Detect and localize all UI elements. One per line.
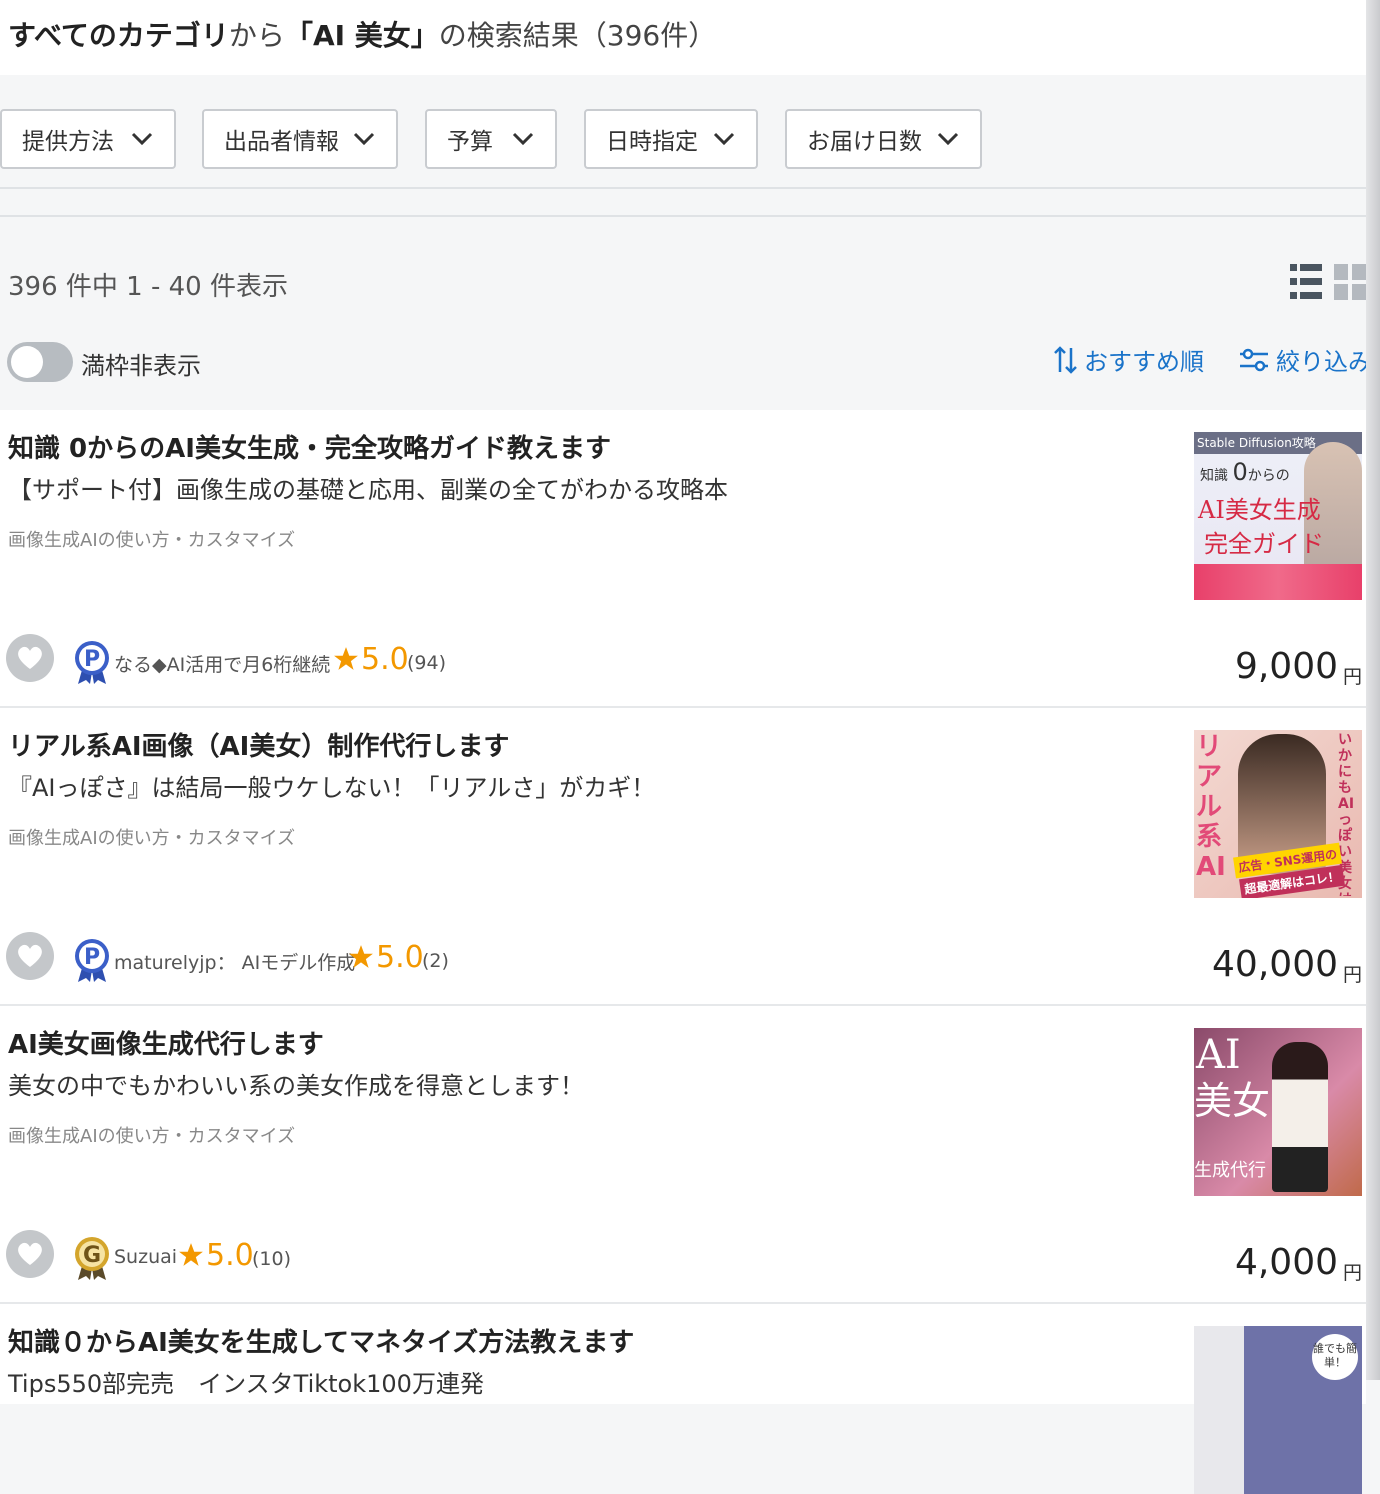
list-view-icon[interactable] (1290, 264, 1322, 300)
chevron-down-icon (512, 132, 534, 146)
listing-subtitle: Tips550部完売 インスタTiktok100万連発 (8, 1370, 484, 1398)
star-icon (179, 1243, 203, 1266)
listing-title[interactable]: リアル系AI画像（AI美女）制作代行します (8, 726, 509, 763)
heart-icon (18, 646, 42, 669)
listing-subtitle: 『AIっぽさ』は結局一般ウケしない！「リアルさ」がカギ！ (8, 774, 656, 802)
chevron-down-icon (131, 132, 153, 146)
favorite-button[interactable] (6, 634, 54, 682)
listing-title[interactable]: AI美女画像生成代行します (8, 1024, 324, 1061)
search-title: すべてのカテゴリから「AI 美女」の検索結果（396件） (8, 14, 716, 54)
portrait-image (1272, 1042, 1328, 1192)
chevron-down-icon (937, 132, 959, 146)
thumb-banner (1194, 564, 1362, 600)
thumb-text: AI美女生成 (1198, 496, 1321, 524)
thumb-text: AI (1196, 1032, 1241, 1078)
filter-seller-info[interactable]: 出品者情報 (202, 109, 398, 169)
badge-letter: G (83, 1243, 101, 1268)
result-total: （396件） (578, 19, 717, 52)
seller-name[interactable]: maturelyjp： AIモデル作成 (114, 948, 355, 975)
rating-value: 5.0 (206, 1238, 254, 1273)
search-query: 「AI 美女」 (284, 19, 439, 52)
results-summary: 396 件中 1 - 40 件表示 (8, 272, 288, 302)
currency: 円 (1342, 964, 1362, 986)
listing-category[interactable]: 画像生成AIの使い方・カスタマイズ (8, 1122, 295, 1148)
price: 40,000 (1212, 944, 1338, 985)
listing-subtitle: 【サポート付】画像生成の基礎と応用、副業の全てがわかる攻略本 (8, 476, 728, 504)
divider (0, 215, 1366, 217)
currency: 円 (1342, 1262, 1362, 1284)
filter-delivery-days[interactable]: お届け日数 (785, 109, 982, 169)
results-suffix: の検索結果 (438, 19, 579, 52)
listing-title[interactable]: 知識 0からのAI美女生成・完全攻略ガイド教えます (8, 428, 611, 465)
star-icon (334, 647, 358, 670)
refine-label: 絞り込み (1276, 348, 1372, 376)
seller-name[interactable]: なる◆AI活用で月6桁継続 (114, 650, 330, 677)
filter-budget[interactable]: 予算 (425, 109, 557, 169)
sort-icon (1054, 345, 1077, 374)
filter-label: 予算 (447, 129, 493, 155)
filter-label: 出品者情報 (224, 129, 339, 155)
review-count: (94) (407, 652, 447, 674)
hide-full-toggle[interactable] (7, 342, 73, 382)
listing-card[interactable]: 知識 0からのAI美女生成・完全攻略ガイド教えます 【サポート付】画像生成の基礎… (0, 410, 1366, 708)
listing-title[interactable]: 知識０からAI美女を生成してマネタイズ方法教えます (8, 1322, 634, 1359)
star-icon (349, 945, 373, 968)
heart-icon (18, 944, 42, 967)
listing-subtitle: 美女の中でもかわいい系の美女作成を得意とします！ (8, 1072, 584, 1100)
review-count: (10) (252, 1248, 292, 1270)
heart-icon (18, 1242, 42, 1265)
thumb-text: 美女 (1194, 1079, 1271, 1123)
thumb-text: 誰でも簡単！ (1312, 1334, 1358, 1380)
listing-card[interactable]: 知識０からAI美女を生成してマネタイズ方法教えます Tips550部完売 インス… (0, 1304, 1366, 1494)
chevron-down-icon (713, 132, 735, 146)
gold-badge-icon: G (75, 1237, 109, 1280)
sort-label: おすすめ順 (1084, 348, 1204, 376)
price: 9,000 (1234, 646, 1338, 687)
scrollbar[interactable] (1366, 0, 1380, 1380)
sort-button[interactable]: おすすめ順 (1054, 342, 1204, 377)
filter-label: 提供方法 (22, 129, 114, 155)
filter-label: お届け日数 (807, 129, 922, 155)
rating-value: 5.0 (376, 940, 424, 975)
favorite-button[interactable] (6, 1230, 54, 1278)
rating-value: 5.0 (361, 642, 409, 677)
listing-thumbnail[interactable]: AI 美女 生成代行 (1194, 1028, 1362, 1196)
listing-card[interactable]: リアル系AI画像（AI美女）制作代行します 『AIっぽさ』は結局一般ウケしない！… (0, 708, 1366, 1006)
listing-thumbnail[interactable]: Stable Diffusion攻略 知識 0からの AI美女生成 完全ガイド (1194, 432, 1362, 600)
toggle-knob (11, 346, 43, 378)
filter-date[interactable]: 日時指定 (584, 109, 758, 169)
favorite-button[interactable] (6, 932, 54, 980)
price: 4,000 (1234, 1242, 1338, 1283)
thumb-text: リアル系AI (1196, 732, 1226, 882)
listing-category[interactable]: 画像生成AIの使い方・カスタマイズ (8, 824, 295, 850)
portrait-image (1194, 1326, 1244, 1494)
filter-label: 日時指定 (606, 129, 698, 155)
currency: 円 (1342, 666, 1362, 688)
thumb-text: 生成代行 (1194, 1160, 1266, 1181)
divider (0, 187, 1366, 189)
from-text: から (228, 19, 285, 52)
review-count: (2) (422, 950, 449, 972)
seller-name[interactable]: Suzuai (114, 1246, 177, 1268)
toggle-label: 満枠非表示 (81, 352, 201, 380)
category-name[interactable]: すべてのカテゴリ (8, 19, 229, 52)
thumb-text: 知識 0からの (1200, 458, 1290, 486)
filter-delivery-method[interactable]: 提供方法 (0, 109, 176, 169)
platinum-badge-icon: P (75, 939, 109, 982)
listing-thumbnail[interactable]: リアル系AI いかにもAIっぽい美女は一般ウケしない時代！！ 広告・SNS運用の… (1194, 730, 1362, 898)
listing-card[interactable]: AI美女画像生成代行します 美女の中でもかわいい系の美女作成を得意とします！ 画… (0, 1006, 1366, 1304)
chevron-down-icon (353, 132, 375, 146)
grid-view-icon[interactable] (1334, 264, 1366, 300)
listing-thumbnail[interactable]: 誰でも簡単！ (1194, 1326, 1362, 1494)
badge-letter: P (84, 945, 100, 970)
badge-letter: P (84, 647, 100, 672)
thumb-text: 完全ガイド (1204, 530, 1324, 558)
refine-button[interactable]: 絞り込み (1238, 342, 1372, 377)
sliders-icon (1240, 348, 1268, 371)
listing-category[interactable]: 画像生成AIの使い方・カスタマイズ (8, 526, 295, 552)
platinum-badge-icon: P (75, 641, 109, 684)
